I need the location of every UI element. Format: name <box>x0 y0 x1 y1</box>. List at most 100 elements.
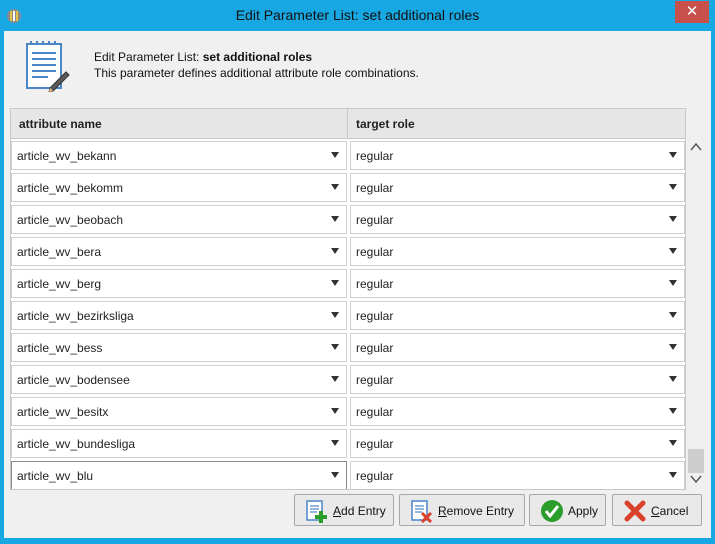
target-role-value: regular <box>356 405 394 419</box>
red-x-icon <box>624 500 646 522</box>
dropdown-arrow-icon[interactable] <box>669 184 677 190</box>
dropdown-arrow-icon[interactable] <box>669 152 677 158</box>
table-row[interactable]: article_wv_bekomm regular <box>11 171 685 203</box>
table-row[interactable]: article_wv_bekann regular <box>11 139 685 171</box>
target-role-value: regular <box>356 341 394 355</box>
target-role-dropdown[interactable]: regular <box>350 301 685 330</box>
dropdown-arrow-icon[interactable] <box>669 408 677 414</box>
table-row[interactable]: article_wv_bodensee regular <box>11 363 685 395</box>
dialog-body: Edit Parameter List: set additional role… <box>4 31 711 538</box>
header-title: Edit Parameter List: set additional role… <box>94 50 312 64</box>
dropdown-arrow-icon[interactable] <box>669 312 677 318</box>
column-header-target-role[interactable]: target role <box>348 109 685 139</box>
scroll-up-icon[interactable] <box>689 141 703 153</box>
attribute-name-dropdown[interactable]: article_wv_bundesliga <box>11 429 347 458</box>
dropdown-arrow-icon[interactable] <box>331 344 339 350</box>
dropdown-arrow-icon[interactable] <box>331 312 339 318</box>
table-row[interactable]: article_wv_bundesliga regular <box>11 427 685 459</box>
table-row[interactable]: article_wv_blu regular <box>11 459 685 489</box>
header-description: This parameter defines additional attrib… <box>94 66 419 80</box>
scroll-down-icon[interactable] <box>689 473 703 485</box>
dropdown-arrow-icon[interactable] <box>331 216 339 222</box>
target-role-dropdown[interactable]: regular <box>350 173 685 202</box>
vertical-scrollbar[interactable] <box>686 138 706 490</box>
target-role-value: regular <box>356 277 394 291</box>
target-role-dropdown[interactable]: regular <box>350 365 685 394</box>
target-role-value: regular <box>356 309 394 323</box>
dropdown-arrow-icon[interactable] <box>331 280 339 286</box>
table-row[interactable]: article_wv_bezirksliga regular <box>11 299 685 331</box>
attribute-name-dropdown[interactable]: article_wv_berg <box>11 269 347 298</box>
header-title-param: set additional roles <box>202 50 313 64</box>
apply-button[interactable]: Apply <box>529 494 606 526</box>
dropdown-arrow-icon[interactable] <box>331 440 339 446</box>
attribute-name-dropdown[interactable]: article_wv_beobach <box>11 205 347 234</box>
add-entry-label: Add Entry <box>333 504 386 518</box>
dropdown-arrow-icon[interactable] <box>331 184 339 190</box>
remove-entry-mnemonic: R <box>438 504 447 518</box>
dialog-window: Edit Parameter List: set additional role… <box>0 0 715 544</box>
checkmark-icon <box>541 500 563 522</box>
remove-entry-label-rest: emove Entry <box>446 504 515 518</box>
table-row[interactable]: article_wv_bera regular <box>11 235 685 267</box>
attribute-name-dropdown[interactable]: article_wv_bekomm <box>11 173 347 202</box>
edit-list-icon <box>26 41 70 92</box>
attribute-name-dropdown[interactable]: article_wv_besitx <box>11 397 347 426</box>
target-role-dropdown[interactable]: regular <box>350 461 685 489</box>
attribute-name-dropdown[interactable]: article_wv_bezirksliga <box>11 301 347 330</box>
target-role-dropdown[interactable]: regular <box>350 237 685 266</box>
table-row[interactable]: article_wv_besitx regular <box>11 395 685 427</box>
column-header-attribute-name[interactable]: attribute name <box>11 109 348 139</box>
target-role-value: regular <box>356 149 394 163</box>
dropdown-arrow-icon[interactable] <box>669 280 677 286</box>
attribute-name-dropdown[interactable]: article_wv_bodensee <box>11 365 347 394</box>
target-role-dropdown[interactable]: regular <box>350 333 685 362</box>
dropdown-arrow-icon[interactable] <box>669 248 677 254</box>
dropdown-arrow-icon[interactable] <box>669 376 677 382</box>
target-role-dropdown[interactable]: regular <box>350 269 685 298</box>
close-button[interactable]: ✕ <box>675 1 709 23</box>
apply-label: Apply <box>568 504 599 518</box>
table-row[interactable]: article_wv_beobach regular <box>11 203 685 235</box>
add-entry-button[interactable]: Add Entry <box>294 494 394 526</box>
dropdown-arrow-icon[interactable] <box>669 472 677 478</box>
attribute-name-value: article_wv_beobach <box>17 213 124 227</box>
parameter-table: attribute name target role article_wv_be… <box>10 108 686 490</box>
table-row[interactable]: article_wv_bess regular <box>11 331 685 363</box>
attribute-name-value: article_wv_bekann <box>17 149 117 163</box>
target-role-dropdown[interactable]: regular <box>350 141 685 170</box>
target-role-dropdown[interactable]: regular <box>350 205 685 234</box>
table-row[interactable]: article_wv_berg regular <box>11 267 685 299</box>
attribute-name-dropdown[interactable]: article_wv_bera <box>11 237 347 266</box>
table-body: article_wv_bekann regular article_wv_bekom… <box>11 139 685 489</box>
target-role-value: regular <box>356 213 394 227</box>
target-role-value: regular <box>356 437 394 451</box>
scrollbar-thumb[interactable] <box>688 449 704 473</box>
dropdown-arrow-icon[interactable] <box>669 344 677 350</box>
dropdown-arrow-icon[interactable] <box>669 216 677 222</box>
remove-entry-button[interactable]: Remove Entry <box>399 494 525 526</box>
attribute-name-value: article_wv_bekomm <box>17 181 124 195</box>
target-role-dropdown[interactable]: regular <box>350 429 685 458</box>
attribute-name-value: article_wv_besitx <box>17 405 109 419</box>
attribute-name-dropdown[interactable]: article_wv_blu <box>11 461 347 489</box>
dropdown-arrow-icon[interactable] <box>669 440 677 446</box>
target-role-value: regular <box>356 245 394 259</box>
add-entry-label-rest: dd Entry <box>341 504 386 518</box>
dropdown-arrow-icon[interactable] <box>331 248 339 254</box>
attribute-name-dropdown[interactable]: article_wv_bekann <box>11 141 347 170</box>
cancel-button[interactable]: Cancel <box>612 494 702 526</box>
dropdown-arrow-icon[interactable] <box>331 472 339 478</box>
target-role-dropdown[interactable]: regular <box>350 397 685 426</box>
dropdown-arrow-icon[interactable] <box>331 376 339 382</box>
attribute-name-value: article_wv_bezirksliga <box>17 309 134 323</box>
attribute-name-value: article_wv_bodensee <box>17 373 130 387</box>
title-bar[interactable]: Edit Parameter List: set additional role… <box>0 0 715 31</box>
attribute-name-value: article_wv_bundesliga <box>17 437 136 451</box>
dropdown-arrow-icon[interactable] <box>331 408 339 414</box>
attribute-name-value: article_wv_bera <box>17 245 102 259</box>
dropdown-arrow-icon[interactable] <box>331 152 339 158</box>
attribute-name-dropdown[interactable]: article_wv_bess <box>11 333 347 362</box>
cancel-mnemonic: C <box>651 504 660 518</box>
target-role-value: regular <box>356 181 394 195</box>
